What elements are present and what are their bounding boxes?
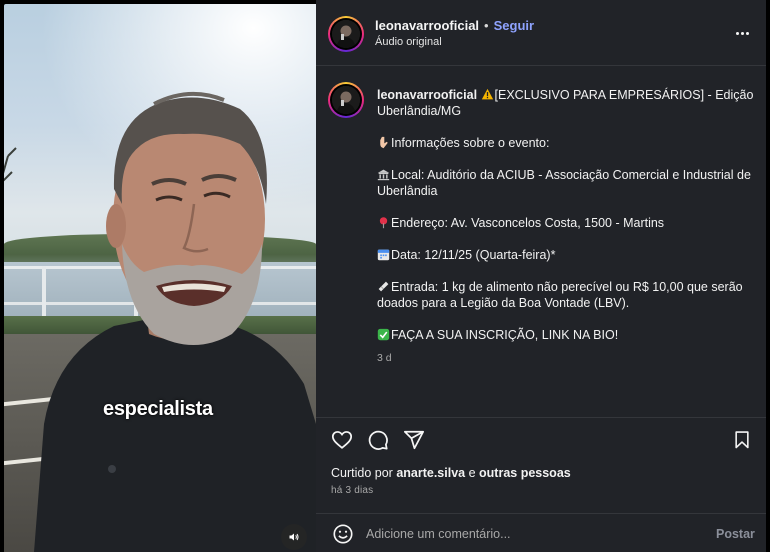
avatar-photo — [332, 20, 360, 48]
send-icon — [403, 430, 425, 450]
info-intro: Informações sobre o evento: — [391, 136, 550, 150]
action-bar: Curtido por anarte.silva e outras pessoa… — [316, 418, 766, 513]
caption-age: 3 d — [377, 352, 392, 364]
post-header: leonavarrooficial • Seguir Áudio origina… — [316, 0, 766, 66]
calendar-icon — [377, 249, 390, 261]
building-icon — [377, 169, 390, 181]
emoji-button[interactable] — [332, 523, 354, 545]
heart-icon — [331, 431, 353, 449]
smiley-icon — [333, 524, 353, 544]
likes-summary: Curtido por anarte.silva e outras pessoa… — [331, 466, 571, 480]
pointing-down-icon — [380, 136, 388, 149]
comment-bar: Postar — [316, 513, 766, 552]
caption-text: leonavarrooficial [EXCLUSIVO PARA EMPRES… — [377, 87, 760, 343]
avatar-photo — [332, 86, 360, 114]
post-comment-button[interactable]: Postar — [716, 527, 755, 541]
comment-icon — [368, 430, 388, 450]
more-options-button[interactable] — [731, 24, 753, 42]
separator-dot: • — [484, 18, 489, 33]
event-entry: Entrada: 1 kg de alimento não perecível … — [377, 280, 743, 310]
share-button[interactable] — [402, 428, 426, 452]
liker-username-link[interactable]: anarte.silva — [396, 466, 465, 480]
post-time: há 3 dias — [331, 485, 374, 496]
video-caption-word: especialista — [103, 398, 213, 420]
likes-middle: e — [465, 466, 480, 480]
event-date: Data: 12/11/25 (Quarta-feira)* — [391, 248, 556, 262]
others-link[interactable]: outras pessoas — [479, 466, 571, 480]
speaker-person — [34, 91, 316, 552]
comment-input[interactable] — [366, 525, 696, 543]
likes-prefix: Curtido por — [331, 466, 397, 480]
warning-icon — [481, 88, 493, 100]
caption-avatar[interactable] — [328, 82, 364, 118]
save-button[interactable] — [730, 428, 754, 452]
audio-link[interactable]: Áudio original — [375, 36, 442, 48]
more-horizontal-icon — [735, 31, 739, 35]
pin-icon — [379, 217, 388, 229]
event-address: Endereço: Av. Vasconcelos Costa, 1500 - … — [391, 216, 665, 230]
follow-button[interactable]: Seguir — [494, 18, 534, 33]
call-to-action: FAÇA A SUA INSCRIÇÃO, LINK NA BIO! — [391, 328, 619, 342]
speaker-icon — [289, 533, 299, 541]
avatar[interactable] — [328, 16, 364, 52]
like-button[interactable] — [330, 428, 354, 452]
post-details-panel: leonavarrooficial • Seguir Áudio origina… — [316, 0, 770, 552]
caption-username-link[interactable]: leonavarrooficial — [377, 88, 477, 102]
caption-area: leonavarrooficial [EXCLUSIVO PARA EMPRES… — [316, 67, 766, 417]
event-location: Local: Auditório da ACIUB - Associação C… — [377, 168, 751, 198]
header-username-link[interactable]: leonavarrooficial — [375, 18, 479, 33]
reel-video[interactable]: especialista — [4, 4, 316, 552]
mute-toggle-button[interactable] — [281, 524, 307, 550]
bookmark-icon — [735, 431, 749, 449]
check-mark-icon — [377, 328, 390, 341]
ticket-icon — [378, 281, 389, 292]
comment-button[interactable] — [366, 428, 390, 452]
